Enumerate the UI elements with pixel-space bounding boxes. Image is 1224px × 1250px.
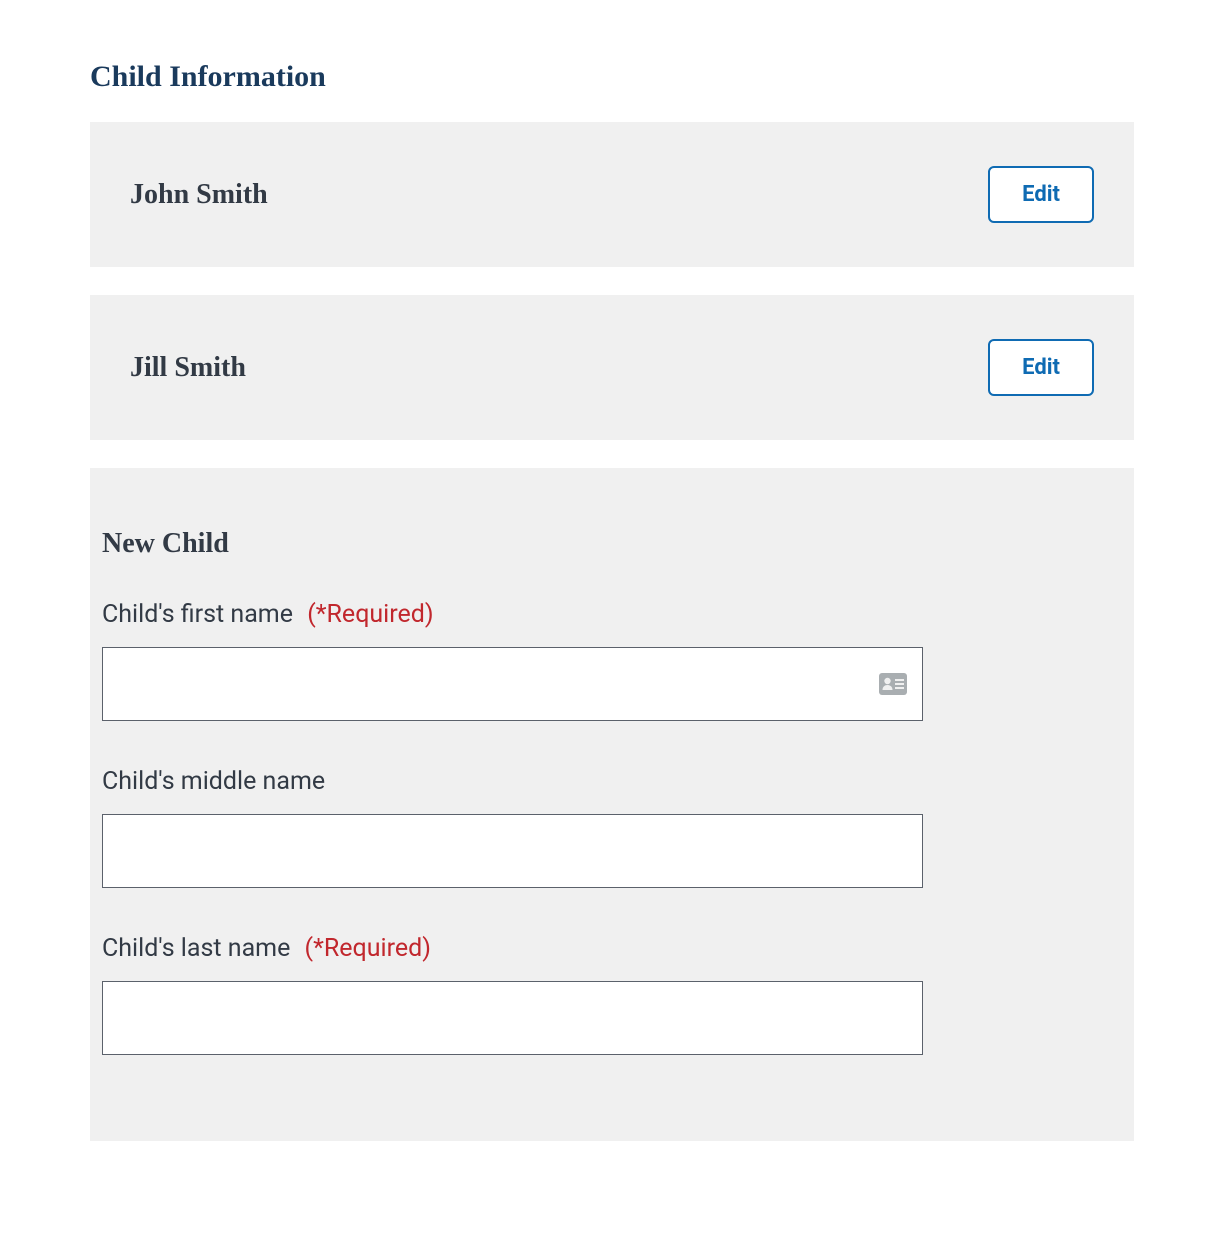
edit-button[interactable]: Edit xyxy=(988,339,1094,396)
section-title: Child Information xyxy=(90,60,1134,94)
label-text: Child's last name xyxy=(102,934,290,963)
label-text: Child's first name xyxy=(102,600,293,629)
middle-name-label: Child's middle name xyxy=(102,767,1094,796)
last-name-field: Child's last name (*Required) xyxy=(102,934,1094,1055)
required-tag: (*Required) xyxy=(307,600,433,629)
input-wrapper xyxy=(102,814,923,888)
first-name-label: Child's first name (*Required) xyxy=(102,600,1094,629)
last-name-input[interactable] xyxy=(102,981,923,1055)
middle-name-field: Child's middle name xyxy=(102,767,1094,888)
middle-name-input[interactable] xyxy=(102,814,923,888)
new-child-form: New Child Child's first name (*Required) xyxy=(90,468,1134,1141)
child-card: John Smith Edit xyxy=(90,122,1134,267)
child-card: Jill Smith Edit xyxy=(90,295,1134,440)
label-text: Child's middle name xyxy=(102,767,325,796)
child-name: Jill Smith xyxy=(130,352,246,384)
form-title: New Child xyxy=(102,528,1094,560)
required-tag: (*Required) xyxy=(305,934,431,963)
input-wrapper xyxy=(102,647,923,721)
last-name-label: Child's last name (*Required) xyxy=(102,934,1094,963)
first-name-input[interactable] xyxy=(102,647,923,721)
child-name: John Smith xyxy=(130,179,268,211)
first-name-field: Child's first name (*Required) xyxy=(102,600,1094,721)
edit-button[interactable]: Edit xyxy=(988,166,1094,223)
input-wrapper xyxy=(102,981,923,1055)
